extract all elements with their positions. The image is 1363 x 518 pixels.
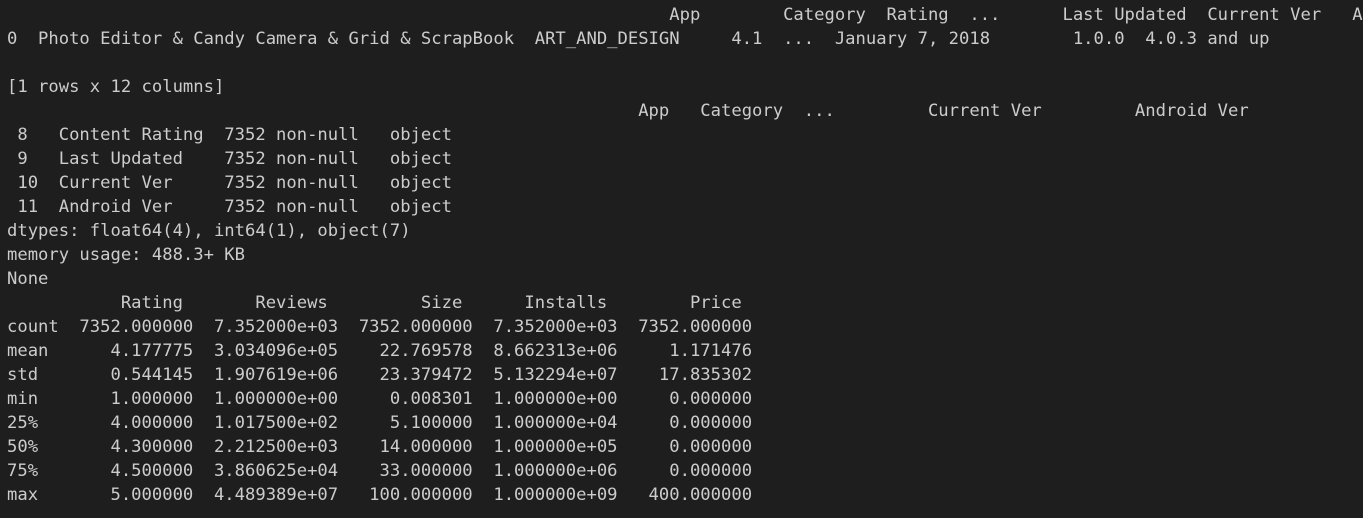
output-line: [1 rows x 12 columns] [7,77,225,97]
output-line: App Category ... Current Ver Android Ver [7,101,1249,121]
output-line: None [7,269,49,289]
output-line: 10 Current Ver 7352 non-null object [7,173,463,193]
output-line: 0 Photo Editor & Candy Camera & Grid & S… [7,29,1270,49]
output-line: min 1.000000 1.000000e+00 0.008301 1.000… [7,389,753,409]
output-line: std 0.544145 1.907619e+06 23.379472 5.13… [7,365,753,385]
output-line: 8 Content Rating 7352 non-null object [7,125,463,145]
output-line: dtypes: float64(4), int64(1), object(7) [7,221,411,241]
output-line: Rating Reviews Size Installs Price [7,293,742,313]
terminal-output[interactable]: App Category Rating ... Last Updated Cur… [0,0,1363,518]
output-line: max 5.000000 4.489389e+07 100.000000 1.0… [7,485,753,505]
output-line: mean 4.177775 3.034096e+05 22.769578 8.6… [7,341,753,361]
output-line: memory usage: 488.3+ KB [7,245,245,265]
output-line: 50% 4.300000 2.212500e+03 14.000000 1.00… [7,437,753,457]
output-line: 25% 4.000000 1.017500e+02 5.100000 1.000… [7,413,753,433]
output-line: 75% 4.500000 3.860625e+04 33.000000 1.00… [7,461,753,481]
output-line: 11 Android Ver 7352 non-null object [7,197,463,217]
output-line: App Category Rating ... Last Updated Cur… [7,5,1363,25]
output-line: 9 Last Updated 7352 non-null object [7,149,463,169]
output-line: count 7352.000000 7.352000e+03 7352.0000… [7,317,753,337]
